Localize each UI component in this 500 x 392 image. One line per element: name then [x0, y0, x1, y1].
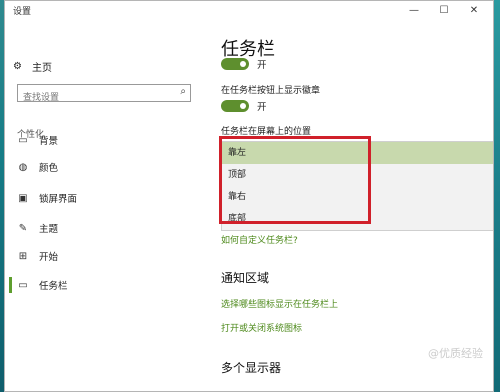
sidebar-item-label: 锁屏界面: [39, 194, 78, 205]
minimize-button[interactable]: —: [399, 1, 429, 21]
sidebar-item-lock-screen[interactable]: ▣ 锁屏界面: [17, 189, 77, 207]
settings-window: 设置 — ☐ ✕ ⚙ 主页 ⌕ 个性化 ▭ 背景 ◍ 颜色 ▣ 锁屏界面 ✎ 主…: [4, 0, 494, 392]
customize-taskbar-link[interactable]: 如何自定义任务栏?: [221, 233, 298, 246]
image-icon: ▭: [18, 134, 28, 146]
home-label: 主页: [31, 63, 52, 74]
close-button[interactable]: ✕: [459, 1, 489, 21]
toggle-state-label: 开: [257, 60, 267, 71]
gear-icon: ⚙: [13, 61, 22, 72]
toggle-switch-1[interactable]: [221, 58, 249, 70]
toggle-row-2: 开: [221, 99, 267, 113]
sidebar-item-colors[interactable]: ◍ 颜色: [17, 158, 58, 176]
select-icons-link[interactable]: 选择哪些图标显示在任务栏上: [221, 297, 338, 310]
home-nav-item[interactable]: ⚙ 主页: [13, 59, 52, 74]
sidebar-item-label: 开始: [39, 252, 59, 263]
badges-setting-label: 在任务栏按钮上显示徽章: [221, 86, 321, 96]
system-icons-link[interactable]: 打开或关闭系统图标: [221, 321, 302, 334]
sidebar-item-background[interactable]: ▭ 背景: [17, 131, 58, 149]
highlight-box: [219, 136, 371, 224]
toggle-switch-2[interactable]: [221, 100, 249, 112]
sidebar-item-themes[interactable]: ✎ 主题: [17, 219, 58, 237]
search-input[interactable]: [18, 90, 173, 106]
search-box[interactable]: ⌕: [17, 84, 191, 106]
start-icon: ⊞: [18, 250, 28, 262]
sidebar-item-label: 任务栏: [39, 281, 68, 292]
lock-screen-icon: ▣: [18, 192, 28, 204]
sidebar-item-label: 颜色: [39, 163, 59, 174]
multiple-displays-title: 多个显示器: [221, 361, 282, 375]
sidebar-item-taskbar[interactable]: ▭ 任务栏: [9, 276, 68, 294]
palette-icon: ◍: [18, 161, 28, 173]
watermark: @优质经验: [428, 347, 483, 360]
toggle-state-label: 开: [257, 102, 267, 113]
desktop-background-right: [494, 0, 500, 392]
taskbar-icon: ▭: [18, 279, 28, 291]
title-bar: 设置 — ☐ ✕: [5, 1, 493, 21]
window-title: 设置: [13, 7, 32, 17]
notification-area-title: 通知区域: [221, 271, 270, 285]
main-content: 任务栏 开 在任务栏按钮上显示徽章 开 任务栏在屏幕上的位置 靠左 顶部 靠右 …: [215, 21, 493, 391]
sidebar-item-label: 背景: [39, 136, 59, 147]
active-indicator: [9, 277, 12, 293]
search-icon[interactable]: ⌕: [180, 86, 186, 97]
sidebar: ⚙ 主页 ⌕ 个性化 ▭ 背景 ◍ 颜色 ▣ 锁屏界面 ✎ 主题 ⊞ 开始: [5, 21, 195, 391]
toggle-row-1: 开: [221, 57, 267, 71]
theme-icon: ✎: [18, 222, 28, 234]
sidebar-item-start[interactable]: ⊞ 开始: [17, 247, 58, 265]
sidebar-item-label: 主题: [39, 224, 59, 235]
maximize-button[interactable]: ☐: [429, 1, 459, 21]
